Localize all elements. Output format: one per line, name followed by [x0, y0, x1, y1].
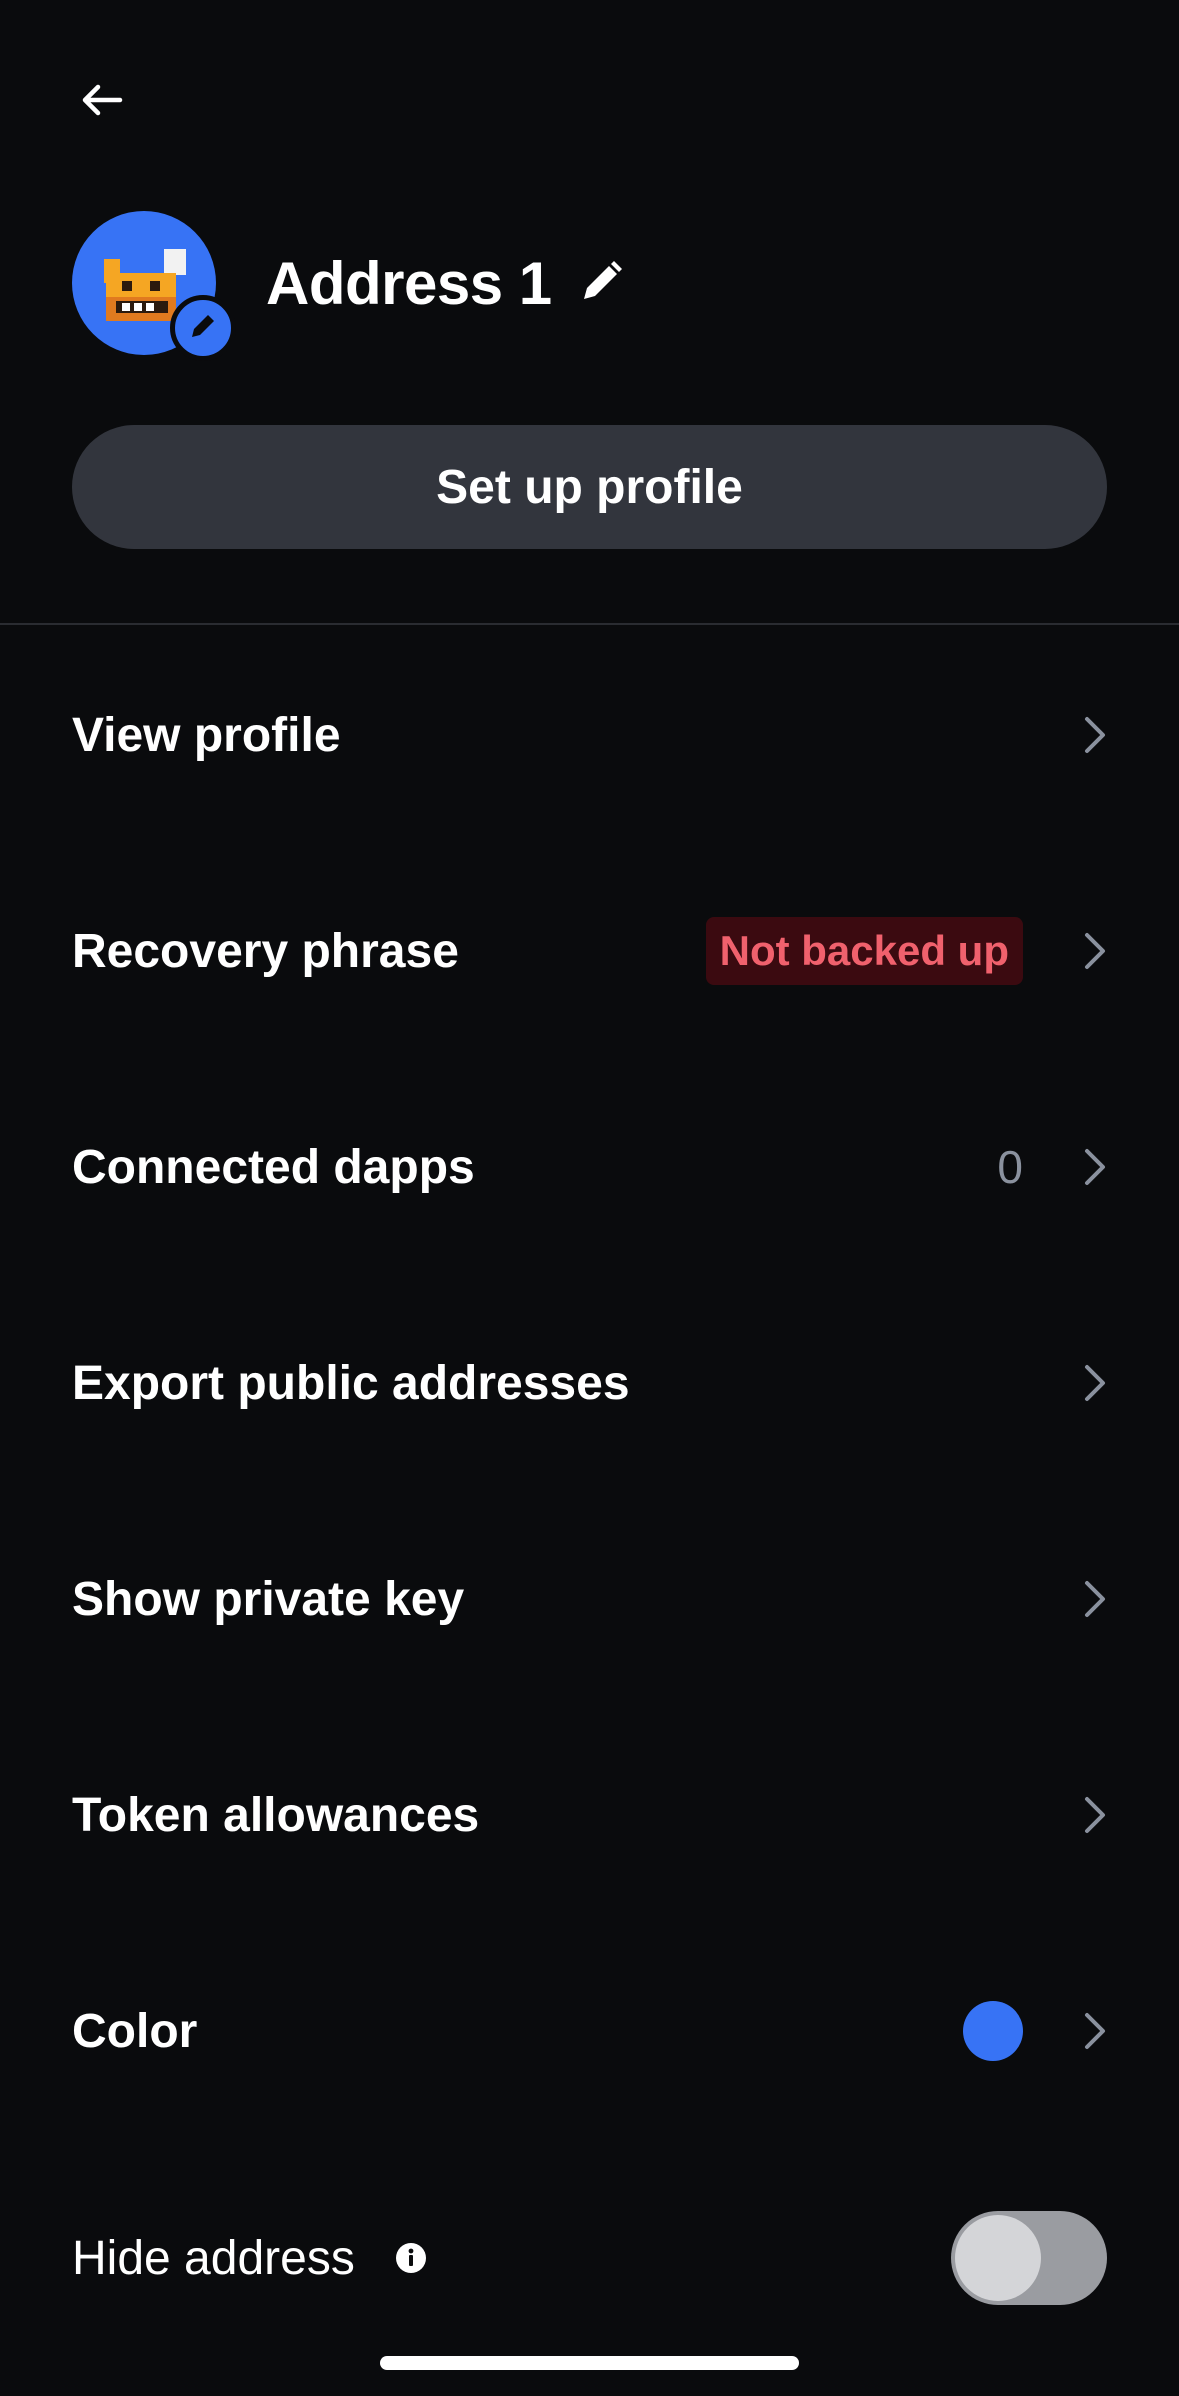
chevron-right-icon: [1075, 1575, 1115, 1623]
chevron-right-icon: [1075, 2007, 1115, 2055]
arrow-left-icon: [78, 76, 126, 129]
backup-status-badge: Not backed up: [705, 917, 1023, 985]
hide-address-row: Hide address: [0, 2200, 1179, 2316]
setup-profile-button[interactable]: Set up profile: [72, 425, 1107, 549]
section-divider: [0, 623, 1179, 625]
toggle-knob: [955, 2215, 1041, 2301]
menu-item-label: Show private key: [72, 1572, 465, 1626]
info-icon[interactable]: [395, 2242, 427, 2274]
menu-item-view-profile[interactable]: View profile: [0, 627, 1179, 843]
menu-item-label: Export public addresses: [72, 1356, 630, 1410]
chevron-right-icon: [1075, 1143, 1115, 1191]
home-indicator: [380, 2356, 799, 2370]
chevron-right-icon: [1075, 1791, 1115, 1839]
settings-menu: View profile Recovery phrase Not backed …: [0, 627, 1179, 2139]
account-settings-screen: Address 1 Set up profile View profile Re…: [0, 0, 1179, 2396]
avatar-edit-button[interactable]: [170, 295, 236, 361]
pencil-icon: [187, 310, 219, 347]
dapps-count: 0: [997, 1141, 1023, 1193]
menu-item-recovery-phrase[interactable]: Recovery phrase Not backed up: [0, 843, 1179, 1059]
chevron-right-icon: [1075, 711, 1115, 759]
edit-name-button[interactable]: [578, 259, 626, 307]
menu-item-color[interactable]: Color: [0, 1923, 1179, 2139]
chevron-right-icon: [1075, 1359, 1115, 1407]
pencil-icon: [580, 259, 624, 308]
address-name: Address 1: [266, 249, 552, 317]
color-swatch: [963, 2001, 1023, 2061]
hide-address-toggle[interactable]: [951, 2211, 1107, 2305]
avatar-container[interactable]: [72, 211, 236, 361]
menu-item-private-key[interactable]: Show private key: [0, 1491, 1179, 1707]
hide-address-label: Hide address: [72, 2231, 355, 2285]
chevron-right-icon: [1075, 927, 1115, 975]
menu-item-label: View profile: [72, 708, 341, 762]
menu-item-label: Connected dapps: [72, 1140, 475, 1194]
menu-item-label: Token allowances: [72, 1788, 480, 1842]
menu-item-label: Color: [72, 2004, 198, 2058]
menu-item-connected-dapps[interactable]: Connected dapps 0: [0, 1059, 1179, 1275]
menu-item-label: Recovery phrase: [72, 924, 459, 978]
account-header: Address 1: [72, 208, 626, 361]
menu-item-token-allowances[interactable]: Token allowances: [0, 1707, 1179, 1923]
back-button[interactable]: [72, 72, 132, 132]
menu-item-export-addresses[interactable]: Export public addresses: [0, 1275, 1179, 1491]
